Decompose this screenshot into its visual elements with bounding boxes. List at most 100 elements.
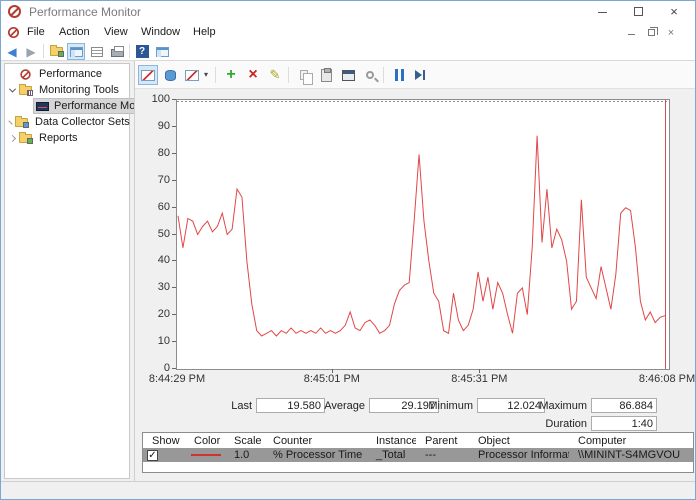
sidebar-item-reports[interactable]: Reports: [5, 130, 129, 146]
show-hide-console-tree-button[interactable]: [67, 43, 85, 60]
y-axis-tick-label: 30: [137, 281, 170, 293]
paste-counter-list-button[interactable]: [316, 65, 336, 85]
stat-duration-label: Duration: [527, 418, 587, 430]
performance-monitor-window: Performance Monitor × File Action View W…: [0, 0, 696, 500]
stat-maximum-value: 86.884: [591, 398, 657, 413]
chart-area: ▾ + × ✎ Last 19.580 Average 29.197 Minim…: [134, 61, 696, 481]
menu-view[interactable]: View: [104, 26, 128, 38]
view-log-data-button[interactable]: [160, 65, 180, 85]
x-axis-tick-label: 8:45:31 PM: [451, 373, 507, 385]
properties-button[interactable]: [338, 65, 358, 85]
update-data-button[interactable]: [411, 65, 431, 85]
y-axis-tick-label: 20: [137, 308, 170, 320]
chart-plot: [176, 99, 670, 370]
sidebar-item-performance-monitor[interactable]: Performance Monitor: [5, 98, 129, 114]
mdi-minimize-button[interactable]: [623, 26, 639, 40]
x-axis-tick-label: 8:45:01 PM: [304, 373, 360, 385]
new-window-icon: [156, 47, 169, 57]
y-axis-tick-label: 50: [137, 228, 170, 240]
play-bar-icon: [415, 69, 427, 81]
x-axis-tick-mark: [479, 369, 480, 373]
help-icon: ?: [136, 45, 149, 58]
x-axis-tick-label: 8:46:08 PM: [639, 373, 695, 385]
highlight-button[interactable]: ✎: [265, 65, 285, 85]
y-axis-tick-label: 40: [137, 254, 170, 266]
view-current-activity-button[interactable]: [138, 65, 158, 85]
toolbar-separator: [129, 44, 130, 58]
clipboard-icon: [321, 69, 332, 82]
y-axis-tick-mark: [172, 368, 176, 369]
y-axis-tick-label: 60: [137, 201, 170, 213]
print-button[interactable]: [108, 43, 126, 60]
stat-minimum-label: Minimum: [415, 400, 473, 412]
mdi-close-button[interactable]: ×: [663, 26, 679, 40]
console-tree-icon: [70, 47, 83, 57]
y-axis-tick-mark: [172, 341, 176, 342]
counter-color-sample: [191, 454, 221, 456]
folder-report-icon: [19, 134, 32, 143]
menu-window[interactable]: Window: [141, 26, 180, 38]
y-axis-tick-mark: [172, 153, 176, 154]
monitor-icon: [36, 102, 49, 111]
new-window-button[interactable]: [153, 43, 171, 60]
change-graph-type-button[interactable]: [182, 65, 202, 85]
menu-action[interactable]: Action: [59, 26, 90, 38]
chevron-down-icon[interactable]: ▾: [204, 70, 208, 79]
forward-button[interactable]: ▶: [22, 43, 40, 60]
header-object[interactable]: Object: [469, 435, 569, 447]
chevron-right-icon[interactable]: [8, 120, 12, 124]
sidebar-item-data-collector-sets[interactable]: Data Collector Sets: [5, 114, 129, 130]
header-counter[interactable]: Counter: [264, 435, 367, 447]
maximize-button[interactable]: [621, 1, 655, 23]
perfmon-app-icon: [8, 5, 21, 18]
copy-properties-button[interactable]: [294, 65, 314, 85]
tree-item-label: Data Collector Sets: [32, 115, 133, 129]
main-toolbar: ◀ ▶ ?: [1, 42, 695, 61]
header-scale[interactable]: Scale: [225, 435, 264, 447]
window-title: Performance Monitor: [29, 5, 141, 19]
export-folder-button[interactable]: [47, 43, 65, 60]
y-axis-tick-mark: [172, 126, 176, 127]
y-axis-tick-label: 80: [137, 147, 170, 159]
sidebar-item-performance[interactable]: Performance: [5, 66, 129, 82]
minimize-button[interactable]: [585, 1, 619, 23]
menu-file[interactable]: File: [27, 26, 45, 38]
header-computer[interactable]: Computer: [569, 435, 693, 447]
add-counter-button[interactable]: +: [221, 65, 241, 85]
freeze-display-button[interactable]: [389, 65, 409, 85]
stat-average-label: Average: [305, 400, 365, 412]
header-parent[interactable]: Parent: [416, 435, 469, 447]
y-axis-tick-mark: [172, 260, 176, 261]
toolbar-separator: [43, 44, 44, 58]
perfmon-icon: [20, 69, 30, 79]
folder-blue-icon: [15, 118, 28, 127]
export-list-button[interactable]: [88, 43, 106, 60]
sidebar-item-monitoring-tools[interactable]: Monitoring Tools: [5, 82, 129, 98]
stat-maximum-label: Maximum: [527, 400, 587, 412]
toolbar-separator: [288, 67, 289, 83]
cell-scale: 1.0: [225, 449, 264, 461]
header-instance[interactable]: Instance: [367, 435, 416, 447]
chevron-down-icon[interactable]: [9, 85, 16, 92]
y-axis-tick-mark: [172, 207, 176, 208]
y-axis-tick-label: 10: [137, 335, 170, 347]
pencil-icon: ✎: [270, 67, 281, 83]
y-axis-tick-label: 100: [137, 93, 170, 105]
back-button[interactable]: ◀: [3, 43, 21, 60]
menu-help[interactable]: Help: [193, 26, 216, 38]
chevron-right-icon[interactable]: [9, 134, 16, 141]
header-color[interactable]: Color: [185, 435, 225, 447]
header-show[interactable]: Show: [143, 435, 185, 447]
show-checkbox[interactable]: ✓: [147, 450, 158, 461]
close-button[interactable]: ×: [657, 1, 691, 23]
help-button[interactable]: ?: [133, 43, 151, 60]
delete-counter-button[interactable]: ×: [243, 65, 263, 85]
forward-arrow-icon: ▶: [26, 45, 35, 59]
counter-table: Show Color Scale Counter Instance Parent…: [142, 432, 694, 473]
x-axis-tick-mark: [332, 369, 333, 373]
y-axis-tick-label: 90: [137, 120, 170, 132]
mdi-restore-button[interactable]: [643, 26, 659, 40]
counter-table-row[interactable]: ✓ 1.0 % Processor Time _Total --- Proces…: [143, 448, 693, 462]
zoom-button[interactable]: [360, 65, 380, 85]
stat-last-label: Last: [195, 400, 252, 412]
